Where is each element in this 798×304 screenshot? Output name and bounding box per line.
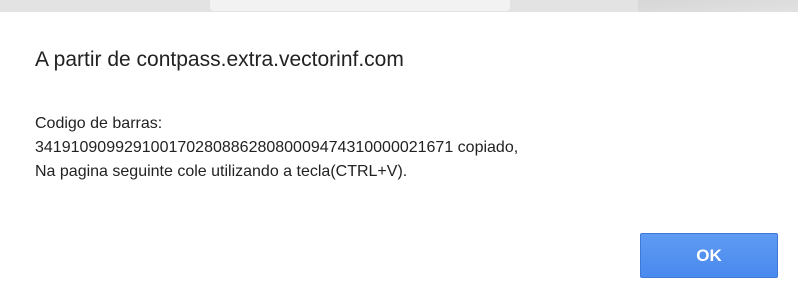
message-line: Codigo de barras: <box>35 115 163 132</box>
browser-tab-edge <box>210 0 510 11</box>
browser-page: A partir de contpass.extra.vectorinf.com… <box>0 0 798 304</box>
alert-dialog: A partir de contpass.extra.vectorinf.com… <box>0 12 798 304</box>
dialog-title: A partir de contpass.extra.vectorinf.com <box>35 48 404 71</box>
dialog-message: Codigo de barras: 3419109099291001702808… <box>35 112 518 184</box>
ok-button[interactable]: OK <box>640 233 778 278</box>
message-line: 3419109099291001702808862808000947431000… <box>35 139 519 156</box>
message-line: Na pagina seguinte cole utilizando a tec… <box>35 163 408 180</box>
